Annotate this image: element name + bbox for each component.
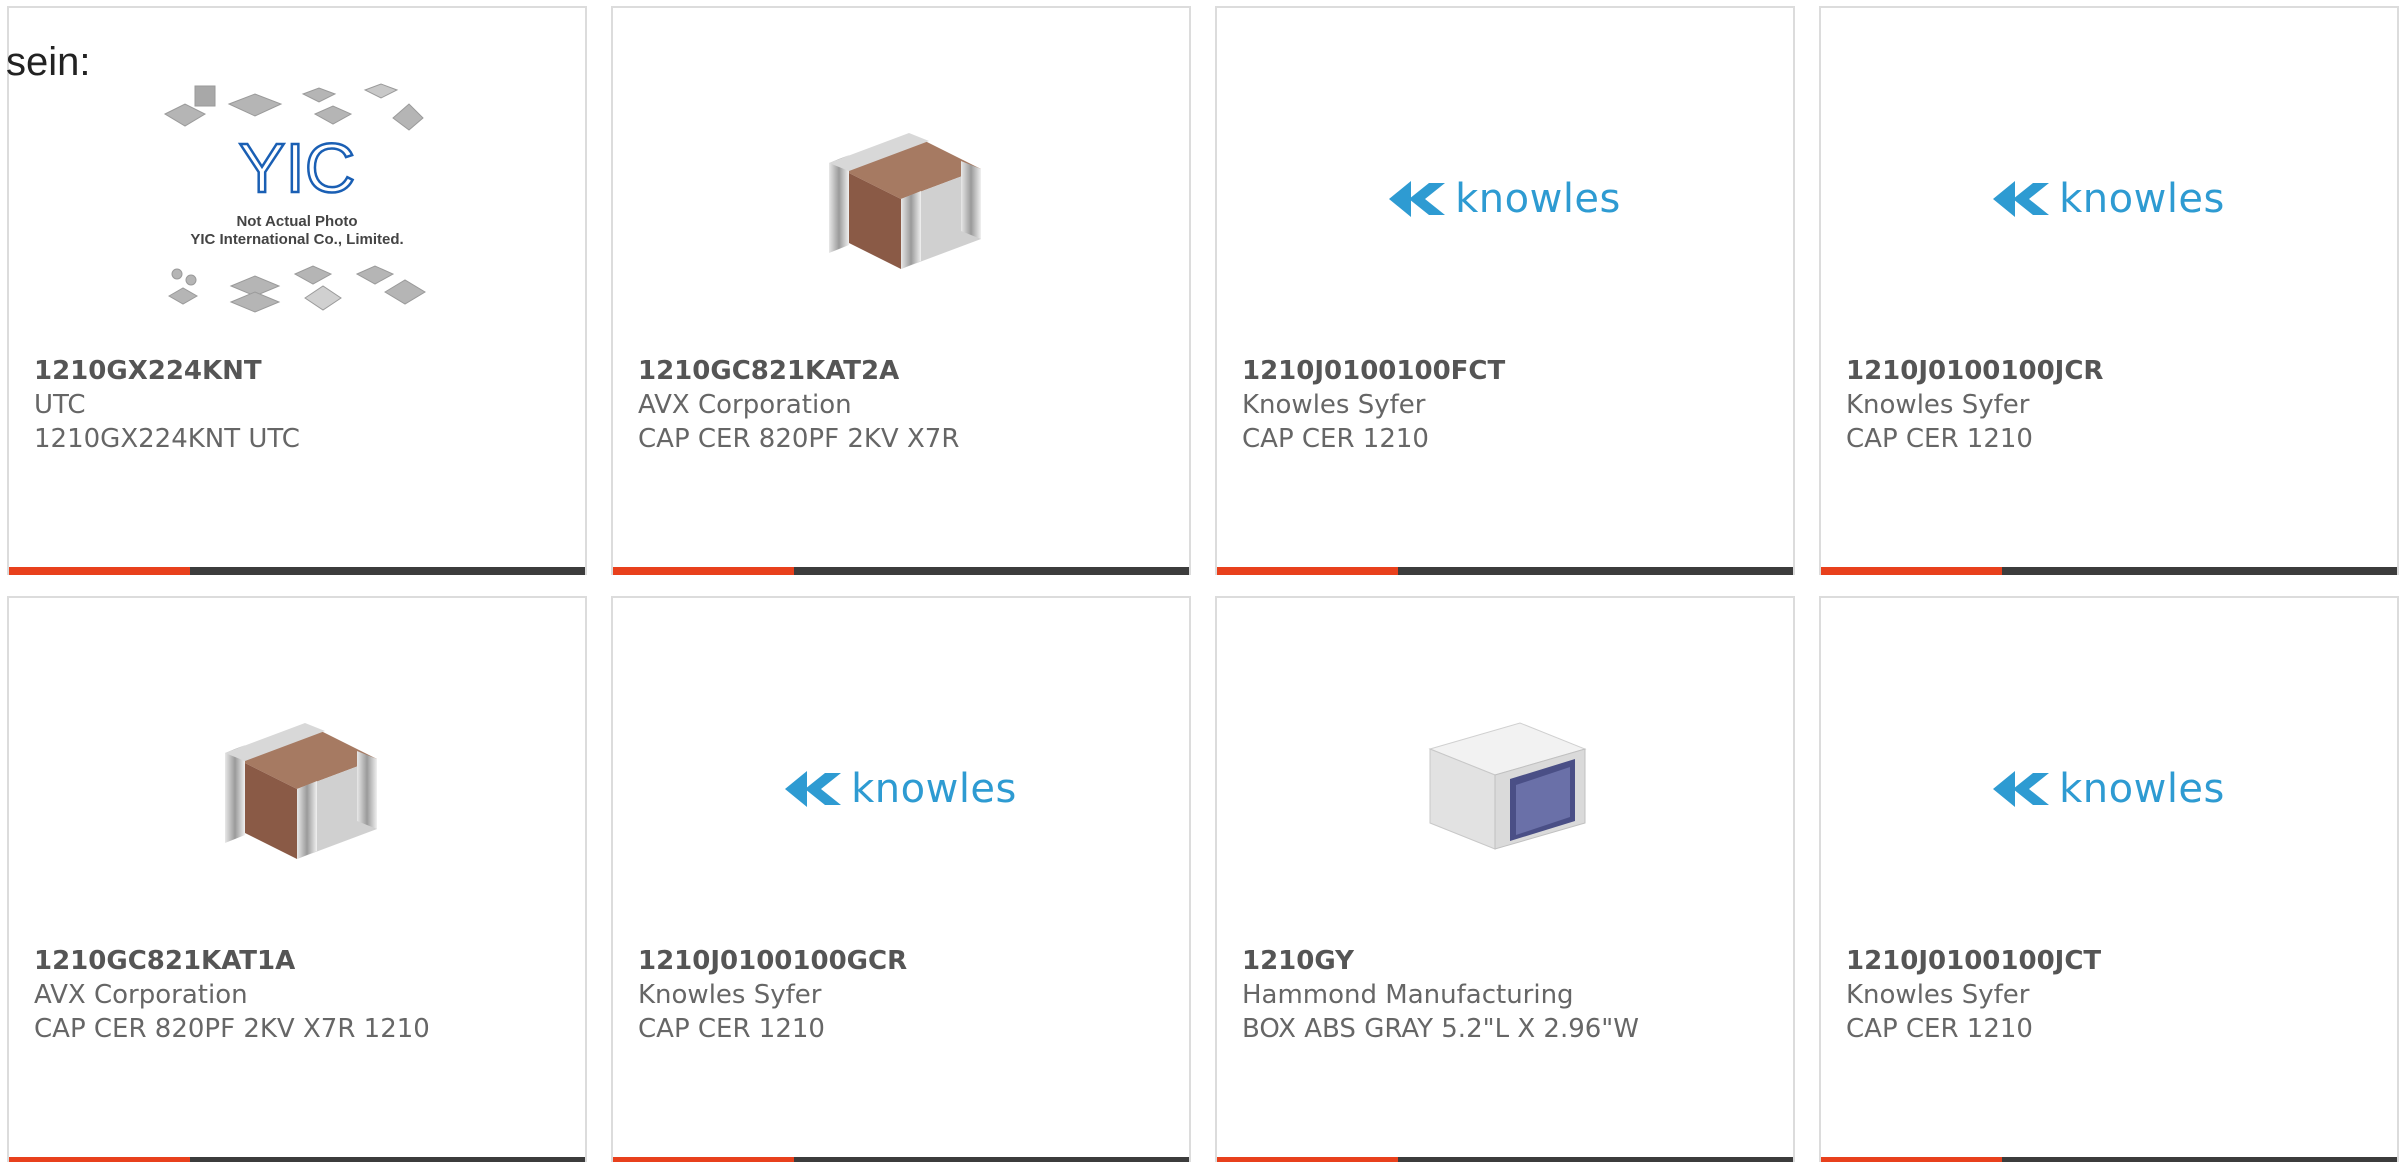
part-number[interactable]: 1210GX224KNT (34, 354, 262, 388)
ceramic-capacitor-image (829, 133, 981, 269)
manufacturer: AVX Corporation (638, 390, 852, 420)
manufacturer: Knowles Syfer (1846, 390, 2030, 420)
product-image[interactable]: knowles (1821, 54, 2397, 344)
product-card[interactable]: YIC Not Actual Photo YIC International C… (7, 6, 587, 575)
product-card[interactable]: knowles 1210J0100100JCR Knowles Syfer CA… (1819, 6, 2399, 575)
card-footer-bar (613, 567, 1189, 575)
knowles-logo-text: knowles (2059, 766, 2225, 812)
description: 1210GX224KNT UTC (34, 424, 300, 454)
card-footer-bar (9, 1157, 585, 1162)
product-grid: YIC Not Actual Photo YIC International C… (7, 6, 2400, 1162)
knowles-logo-text: knowles (851, 766, 1017, 812)
card-accent-bar (9, 567, 190, 575)
card-footer-bar (9, 567, 585, 575)
product-image[interactable] (613, 54, 1189, 344)
manufacturer: UTC (34, 390, 86, 420)
manufacturer: Hammond Manufacturing (1242, 980, 1574, 1010)
knowles-mark-icon (1993, 771, 2050, 807)
part-number[interactable]: 1210GC821KAT2A (638, 354, 899, 388)
product-listing-page: sein: YIC Not Actual Photo YIC Internati… (0, 0, 2400, 1162)
card-footer-bar (1821, 567, 2397, 575)
part-number[interactable]: 1210GC821KAT1A (34, 944, 295, 978)
image-caption-line2: YIC International Co., Limited. (190, 231, 403, 248)
yic-logo-text: YIC (239, 129, 356, 207)
knowles-mark-icon (1993, 181, 2050, 217)
card-accent-bar (1821, 1157, 2002, 1162)
product-card[interactable]: 1210GC821KAT1A AVX Corporation CAP CER 8… (7, 596, 587, 1162)
product-image[interactable] (1217, 644, 1793, 934)
product-image[interactable]: knowles (1821, 644, 2397, 934)
card-footer-bar (1217, 1157, 1793, 1162)
manufacturer: Knowles Syfer (638, 980, 822, 1010)
part-number[interactable]: 1210GY (1242, 944, 1354, 978)
yic-placeholder-image: YIC Not Actual Photo YIC International C… (163, 83, 426, 313)
card-footer-bar (1217, 567, 1793, 575)
knowles-mark-icon (785, 771, 842, 807)
knowles-logo: knowles (785, 766, 1017, 812)
image-caption-line1: Not Actual Photo (236, 213, 357, 230)
part-number[interactable]: 1210J0100100JCR (1846, 354, 2103, 388)
product-card[interactable]: 1210GY Hammond Manufacturing BOX ABS GRA… (1215, 596, 1795, 1162)
ceramic-capacitor-image (225, 723, 377, 859)
description: CAP CER 1210 (638, 1014, 825, 1044)
card-accent-bar (1821, 567, 2002, 575)
card-accent-bar (1217, 567, 1398, 575)
product-image[interactable]: YIC Not Actual Photo YIC International C… (9, 54, 585, 344)
part-number[interactable]: 1210J0100100JCT (1846, 944, 2101, 978)
plastic-enclosure-image (1428, 722, 1587, 850)
description: CAP CER 1210 (1242, 424, 1429, 454)
product-image[interactable] (9, 644, 585, 934)
product-card[interactable]: 1210GC821KAT2A AVX Corporation CAP CER 8… (611, 6, 1191, 575)
product-image[interactable]: knowles (1217, 54, 1793, 344)
knowles-logo: knowles (1993, 766, 2225, 812)
part-number[interactable]: 1210J0100100GCR (638, 944, 907, 978)
product-card[interactable]: knowles 1210J0100100FCT Knowles Syfer CA… (1215, 6, 1795, 575)
card-accent-bar (1217, 1157, 1398, 1162)
description: CAP CER 1210 (1846, 424, 2033, 454)
card-accent-bar (613, 567, 794, 575)
product-card[interactable]: knowles 1210J0100100GCR Knowles Syfer CA… (611, 596, 1191, 1162)
knowles-logo-text: knowles (2059, 176, 2225, 222)
lead-text: sein: (6, 40, 91, 84)
card-accent-bar (9, 1157, 190, 1162)
manufacturer: Knowles Syfer (1242, 390, 1426, 420)
part-number[interactable]: 1210J0100100FCT (1242, 354, 1505, 388)
product-image[interactable]: knowles (613, 644, 1189, 934)
manufacturer: Knowles Syfer (1846, 980, 2030, 1010)
knowles-logo: knowles (1993, 176, 2225, 222)
description: BOX ABS GRAY 5.2"L X 2.96"W (1242, 1014, 1639, 1044)
card-accent-bar (613, 1157, 794, 1162)
description: CAP CER 820PF 2KV X7R (638, 424, 960, 454)
knowles-logo: knowles (1389, 176, 1621, 222)
card-footer-bar (1821, 1157, 2397, 1162)
manufacturer: AVX Corporation (34, 980, 248, 1010)
description: CAP CER 820PF 2KV X7R 1210 (34, 1014, 430, 1044)
card-footer-bar (613, 1157, 1189, 1162)
knowles-logo-text: knowles (1455, 176, 1621, 222)
description: CAP CER 1210 (1846, 1014, 2033, 1044)
product-card[interactable]: knowles 1210J0100100JCT Knowles Syfer CA… (1819, 596, 2399, 1162)
knowles-mark-icon (1389, 181, 1446, 217)
